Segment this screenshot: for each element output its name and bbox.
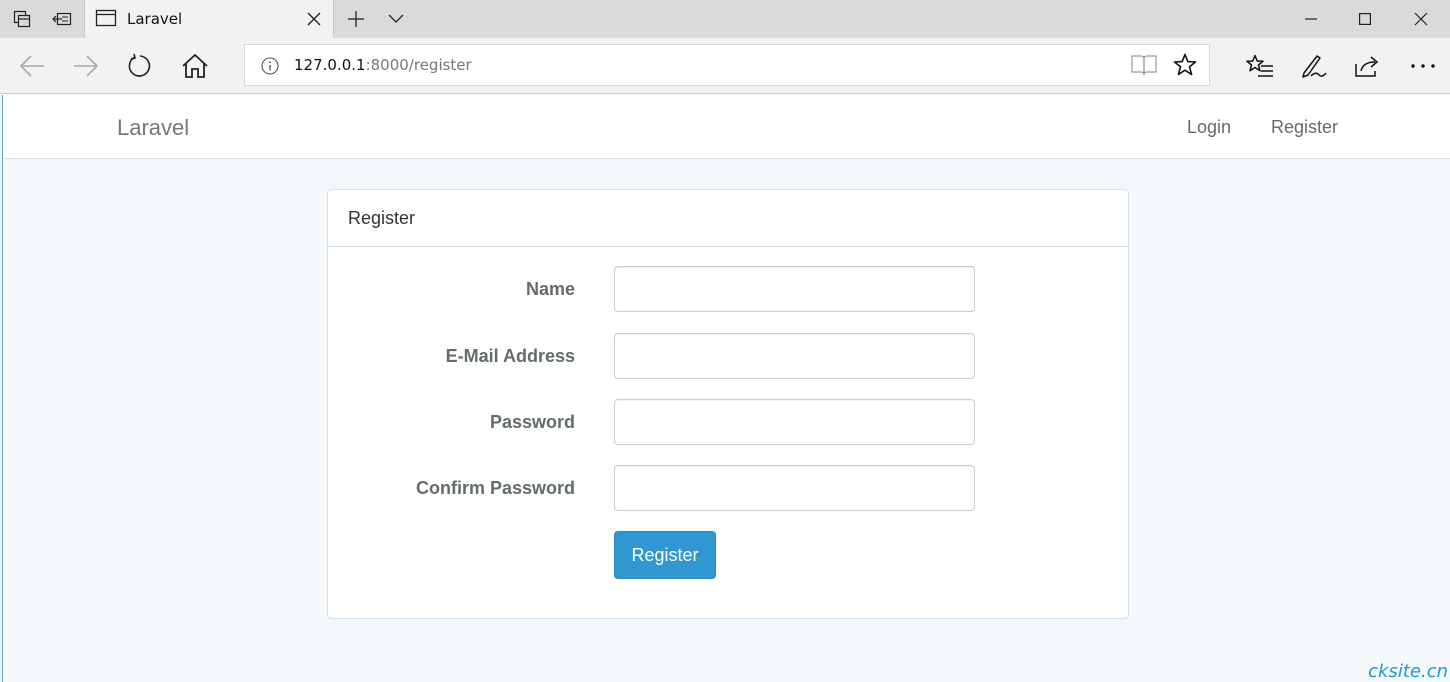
share-icon[interactable] — [1347, 48, 1387, 84]
browser-toolbar: 127.0.0.1:8000/register — [0, 38, 1450, 94]
info-icon[interactable] — [261, 57, 279, 80]
confirm-password-input[interactable] — [614, 465, 975, 511]
browser-tab-bar: Laravel — [0, 0, 1450, 38]
home-icon[interactable] — [175, 48, 215, 84]
browser-tab[interactable]: Laravel — [84, 0, 334, 38]
minimize-icon[interactable] — [1288, 0, 1334, 38]
forward-icon[interactable] — [66, 48, 106, 84]
url-host: 127.0.0.1 — [294, 56, 366, 74]
page-icon — [95, 9, 117, 32]
close-icon[interactable] — [303, 8, 325, 30]
more-icon[interactable] — [1403, 48, 1443, 84]
watermark: cksite.cn — [1368, 661, 1448, 682]
confirm-password-label: Confirm Password — [415, 478, 575, 498]
maximize-icon[interactable] — [1342, 0, 1388, 38]
password-input[interactable] — [614, 399, 975, 445]
tab-manager-icon[interactable] — [6, 0, 38, 38]
brand-link[interactable]: Laravel — [117, 115, 189, 141]
register-panel: Register Name E-Mail Address Password Co… — [327, 189, 1129, 619]
favorites-icon[interactable] — [1240, 48, 1280, 84]
set-tabs-aside-icon[interactable] — [46, 0, 78, 38]
password-row: Password — [328, 399, 1128, 445]
login-link[interactable]: Login — [1187, 117, 1231, 138]
email-row: E-Mail Address — [328, 333, 1128, 379]
name-label: Name — [525, 279, 575, 299]
password-label: Password — [489, 412, 575, 432]
url-path: :8000/register — [365, 56, 472, 74]
email-label: E-Mail Address — [445, 346, 575, 366]
refresh-icon[interactable] — [120, 48, 160, 84]
star-icon[interactable] — [1173, 53, 1197, 82]
register-link[interactable]: Register — [1271, 117, 1338, 138]
register-button[interactable]: Register — [614, 531, 716, 579]
back-icon[interactable] — [12, 48, 52, 84]
url-text[interactable]: 127.0.0.1:8000/register — [294, 56, 472, 74]
app-navbar: Laravel Login Register — [3, 95, 1450, 159]
tab-title: Laravel — [127, 10, 183, 28]
name-input[interactable] — [614, 266, 975, 312]
chevron-down-icon[interactable] — [380, 0, 412, 38]
window-close-icon[interactable] — [1398, 0, 1444, 38]
page-viewport: Laravel Login Register Register Name E-M… — [2, 95, 1450, 682]
reading-view-icon[interactable] — [1131, 54, 1157, 81]
email-input[interactable] — [614, 333, 975, 379]
pen-icon[interactable] — [1294, 48, 1334, 84]
name-row: Name — [328, 266, 1128, 312]
address-bar[interactable]: 127.0.0.1:8000/register — [244, 44, 1210, 86]
new-tab-icon[interactable] — [340, 0, 372, 38]
confirm-password-row: Confirm Password — [328, 465, 1128, 511]
panel-heading: Register — [328, 190, 1128, 247]
